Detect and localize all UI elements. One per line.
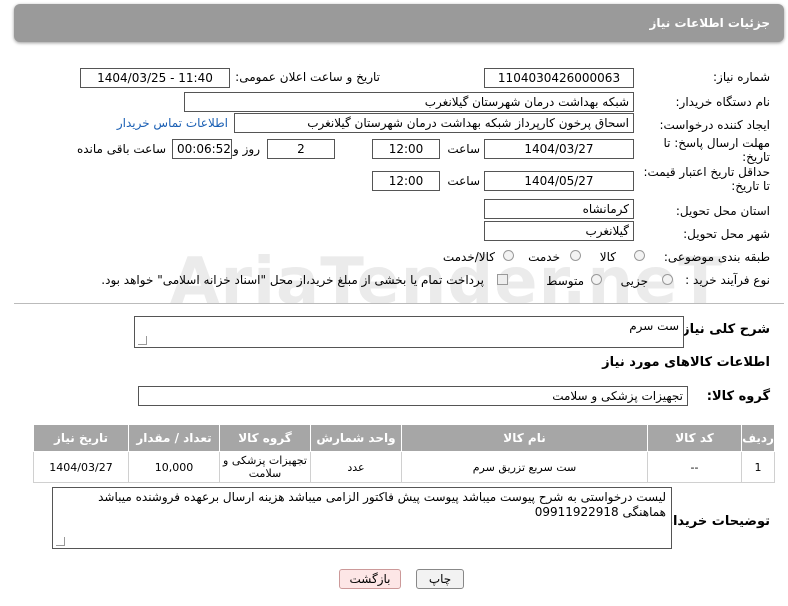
print-button[interactable]: چاپ xyxy=(416,569,464,589)
province-field: کرمانشاه xyxy=(484,199,634,219)
treasury-note: پرداخت تمام یا بخشی از مبلغ خرید،از محل … xyxy=(101,273,484,287)
city-label: شهر محل تحویل: xyxy=(683,227,770,241)
price-validity-time-label: ساعت xyxy=(447,174,480,188)
reply-date-field: 1404/03/27 xyxy=(484,139,634,159)
reply-deadline-label: مهلت ارسال پاسخ: تا تاریخ: xyxy=(663,136,770,164)
cell-group: تجهیزات پزشکی و سلامت xyxy=(219,451,311,483)
reply-time-field: 12:00 xyxy=(372,139,440,159)
category-label: طبقه بندی موضوعی: xyxy=(663,250,770,264)
goods-info-title: اطلاعات کالاهای مورد نیاز xyxy=(602,355,770,370)
buyer-org-field: شبکه بهداشت درمان شهرستان گیلانغرب xyxy=(184,92,634,112)
process-minor-radio[interactable] xyxy=(662,274,673,285)
goods-group-label: گروه کالا: xyxy=(706,389,770,404)
page-header: جزئیات اطلاعات نیاز xyxy=(14,4,784,42)
col-header-row-number: ردیف xyxy=(741,424,775,452)
remaining-time-field: 00:06:52 xyxy=(172,139,232,159)
table-header-row: ردیف کد کالا نام کالا واحد شمارش گروه کا… xyxy=(33,424,775,452)
col-header-group: گروه کالا xyxy=(219,424,311,452)
category-goods-service-label: کالا/خدمت xyxy=(442,250,495,264)
requester-label: ایجاد کننده درخواست: xyxy=(659,118,770,132)
col-header-quantity: تعداد / مقدار xyxy=(128,424,220,452)
province-label: استان محل تحویل: xyxy=(675,204,770,218)
reply-days-field: 2 xyxy=(267,139,335,159)
announce-datetime-field: 1404/03/25 - 11:40 xyxy=(80,68,230,88)
process-minor-label: جزیی xyxy=(620,274,648,288)
col-header-need-date: تاریخ نیاز xyxy=(33,424,129,452)
description-field[interactable]: ست سرم xyxy=(134,316,684,348)
process-medium-radio[interactable] xyxy=(591,274,602,285)
cell-item-code: -- xyxy=(647,451,742,483)
price-validity-time-field: 12:00 xyxy=(372,171,440,191)
resize-handle-icon[interactable] xyxy=(56,537,65,546)
city-field: گیلانغرب xyxy=(484,221,634,241)
price-validity-date-field: 1404/05/27 xyxy=(484,171,634,191)
buyer-contact-link[interactable]: اطلاعات تماس خریدار xyxy=(117,116,228,130)
category-service-label: خدمت xyxy=(528,250,560,264)
category-goods-service-radio[interactable] xyxy=(503,250,514,261)
category-goods-label: کالا xyxy=(599,250,616,264)
remaining-time-label: ساعت باقی مانده xyxy=(76,142,166,156)
cell-item-name: ست سربع تزریق سرم xyxy=(401,451,648,483)
cell-need-date: 1404/03/27 xyxy=(33,451,129,483)
description-text: ست سرم xyxy=(629,319,679,333)
treasury-checkbox[interactable] xyxy=(497,274,508,285)
buyer-notes-label: توضیحات خریدار: xyxy=(660,514,770,529)
description-label: شرح کلی نیاز: xyxy=(676,322,770,337)
items-table: ردیف کد کالا نام کالا واحد شمارش گروه کا… xyxy=(33,424,775,483)
price-validity-label: حداقل تاریخ اعتبار قیمت: تا تاریخ: xyxy=(643,165,770,193)
category-service-radio[interactable] xyxy=(570,250,581,261)
resize-handle-icon[interactable] xyxy=(138,336,147,345)
need-number-field: 1104030426000063 xyxy=(484,68,634,88)
col-header-item-code: کد کالا xyxy=(647,424,742,452)
announce-datetime-label: تاریخ و ساعت اعلان عمومی: xyxy=(235,70,380,84)
section-divider xyxy=(14,303,784,304)
page-title: جزئیات اطلاعات نیاز xyxy=(649,16,770,30)
process-type-label: نوع فرآیند خرید : xyxy=(685,273,770,287)
goods-group-field: تجهیزات پزشکی و سلامت xyxy=(138,386,688,406)
need-number-label: شماره نیاز: xyxy=(713,70,770,84)
buyer-org-label: نام دستگاه خریدار: xyxy=(675,95,771,109)
process-medium-label: متوسط xyxy=(546,274,584,288)
cell-quantity: 10,000 xyxy=(128,451,220,483)
col-header-unit: واحد شمارش xyxy=(310,424,402,452)
cell-unit: عدد xyxy=(310,451,402,483)
buyer-notes-text: لیست درخواستی به شرح پیوست میباشد پیوست … xyxy=(98,490,666,519)
category-goods-radio[interactable] xyxy=(634,250,645,261)
col-header-item-name: نام کالا xyxy=(401,424,648,452)
cell-row-number: 1 xyxy=(741,451,775,483)
buyer-notes-field[interactable]: لیست درخواستی به شرح پیوست میباشد پیوست … xyxy=(52,487,672,549)
table-row: 1 -- ست سربع تزریق سرم عدد تجهیزات پزشکی… xyxy=(33,451,775,483)
requester-field: اسحاق پرخون کارپرداز شبکه بهداشت درمان ش… xyxy=(234,113,634,133)
reply-time-label: ساعت xyxy=(447,142,480,156)
back-button[interactable]: بازگشت xyxy=(339,569,401,589)
reply-days-label: روز و xyxy=(233,142,260,156)
